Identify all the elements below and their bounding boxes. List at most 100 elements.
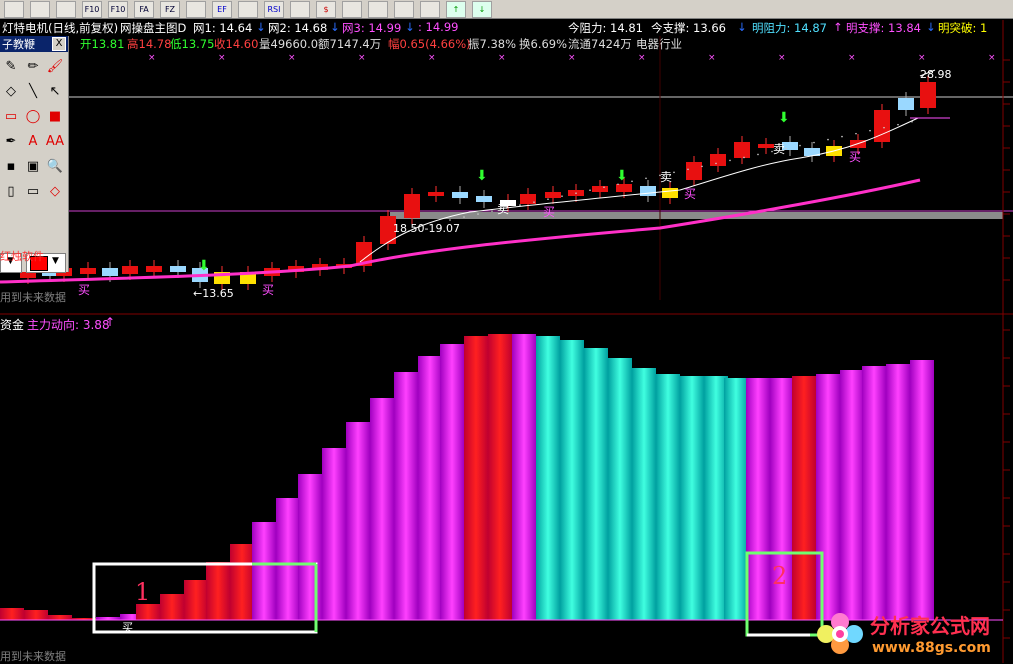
candle xyxy=(452,192,468,198)
flow-bar xyxy=(230,544,254,620)
future-data-note: 用到未来数据 xyxy=(0,650,66,663)
trend-dot xyxy=(449,219,451,221)
marker-dot: × xyxy=(288,53,296,63)
trend-dot xyxy=(715,162,717,165)
flow-bar xyxy=(184,580,208,620)
fill-rect-icon[interactable]: ■ xyxy=(44,104,66,129)
sell-signal: 卖 xyxy=(660,170,673,184)
aa-icon[interactable]: AA xyxy=(44,129,66,154)
flow-bar xyxy=(560,340,584,620)
main-flow-value: 主力动向: 3.88 xyxy=(27,318,110,332)
marker-dot: × xyxy=(918,53,926,63)
low-price-label: ←13.65 xyxy=(193,287,234,300)
buy-label: 买 xyxy=(122,621,133,634)
trend-dot xyxy=(883,126,885,129)
down-signal-icon: ⬇ xyxy=(198,258,210,274)
text-icon[interactable]: A xyxy=(22,129,44,154)
future-data-note: 用到未来数据 xyxy=(0,291,66,304)
image-icon[interactable]: ▣ xyxy=(22,154,44,179)
trend-dot xyxy=(519,204,521,206)
zoom-icon[interactable]: 🔍 xyxy=(44,154,66,179)
buy-signal: 买 xyxy=(543,205,556,219)
flow-bar xyxy=(0,608,24,620)
range-label: 18.50-19.07 xyxy=(393,222,460,235)
pencil-icon[interactable]: ✏ xyxy=(22,54,44,79)
buy-signal: 买 xyxy=(684,187,697,201)
flow-bar xyxy=(862,366,886,620)
flow-bar xyxy=(206,562,230,620)
chart-canvas: × × × × × × × × × × × × × ⬇ ⬇ ⬇ ⬇ xyxy=(0,20,1013,663)
candle xyxy=(592,186,608,192)
candle xyxy=(404,194,420,218)
trend-dot xyxy=(869,129,871,132)
logo-text: 分析家公式网 xyxy=(870,614,990,638)
trend-dot xyxy=(561,195,563,197)
palette-titlebar[interactable]: 子教鞭 X xyxy=(0,36,68,52)
sell-signal: 卖 xyxy=(773,142,786,156)
buy-signal: 买 xyxy=(849,150,862,164)
frame-icon[interactable]: ▪ xyxy=(0,154,22,179)
marker-dot: × xyxy=(218,53,226,63)
trend-dot xyxy=(785,147,787,150)
flow-bar xyxy=(656,374,680,620)
arrow-icon[interactable]: ↖ xyxy=(44,79,66,104)
marker-dot: × xyxy=(568,53,576,63)
buy-signal: 买 xyxy=(262,283,275,297)
trend-dot xyxy=(827,138,829,141)
folder-icon[interactable]: ▭ xyxy=(22,179,44,204)
trend-dot xyxy=(701,165,703,168)
line-icon[interactable]: ╲ xyxy=(22,79,44,104)
high-price-label: 28.98 xyxy=(920,68,952,81)
trend-dot xyxy=(617,183,619,186)
candle xyxy=(686,162,702,180)
trend-dot xyxy=(589,189,591,192)
eraser-icon[interactable]: ✎ xyxy=(0,54,22,79)
drawing-palette[interactable]: 子教鞭 X ✎ ✏ 🖌 ◇ ╲ ↖ ▭ ◯ ■ ✒ A AA ▪ ▣ 🔍 ▯ ▭ ◇ ▼ ▼ xyxy=(0,36,69,273)
down-signal-icon: ⬇ xyxy=(778,110,790,126)
trend-dot xyxy=(645,177,647,180)
flow-bar xyxy=(584,348,608,620)
flow-bar xyxy=(370,398,394,620)
candle xyxy=(898,98,914,110)
marker-dot: × xyxy=(988,53,996,63)
candle xyxy=(710,154,726,166)
candle xyxy=(476,196,492,202)
trend-dot xyxy=(687,168,689,171)
close-button[interactable]: X xyxy=(52,37,66,51)
palette-tools: ✎ ✏ 🖌 ◇ ╲ ↖ ▭ ◯ ■ ✒ A AA ▪ ▣ 🔍 ▯ ▭ ◇ xyxy=(0,52,68,206)
paint-icon[interactable]: 🖌 xyxy=(44,54,66,79)
flow-bar xyxy=(394,372,418,620)
flow-bar xyxy=(816,374,840,620)
minus-icon[interactable]: ◇ xyxy=(0,79,22,104)
trend-dot xyxy=(757,153,759,156)
doc-icon[interactable]: ▯ xyxy=(0,179,22,204)
candle xyxy=(146,266,162,272)
trend-dot xyxy=(603,186,605,189)
marker-dot: × xyxy=(358,53,366,63)
panel-title: 资金 xyxy=(0,318,25,332)
rect-icon[interactable]: ▭ xyxy=(0,104,22,129)
flow-bar xyxy=(488,334,512,620)
ellipse-icon[interactable]: ◯ xyxy=(22,104,44,129)
sell-signal: 卖 xyxy=(497,202,510,216)
candle xyxy=(662,188,678,198)
flow-bar xyxy=(536,336,560,620)
diamond-icon[interactable]: ◇ xyxy=(44,179,66,204)
marker-dot: × xyxy=(638,53,646,63)
candle xyxy=(616,184,632,192)
marker-dot: × xyxy=(708,53,716,63)
logo-url: www.88gs.com xyxy=(872,640,991,656)
flow-bar xyxy=(276,498,300,620)
marker-dot: × xyxy=(148,53,156,63)
down-signal-icon: ⬇ xyxy=(616,168,628,184)
flow-bar xyxy=(440,344,464,620)
flow-bar xyxy=(298,474,322,620)
palette-title: 子教鞭 xyxy=(2,38,35,51)
trend-dot xyxy=(631,180,633,183)
pen-icon[interactable]: ✒ xyxy=(0,129,22,154)
candle xyxy=(428,192,444,196)
flow-bar xyxy=(910,360,934,620)
flow-bar xyxy=(346,422,370,620)
flow-bar xyxy=(136,604,160,620)
ma-white-line xyxy=(359,117,919,263)
